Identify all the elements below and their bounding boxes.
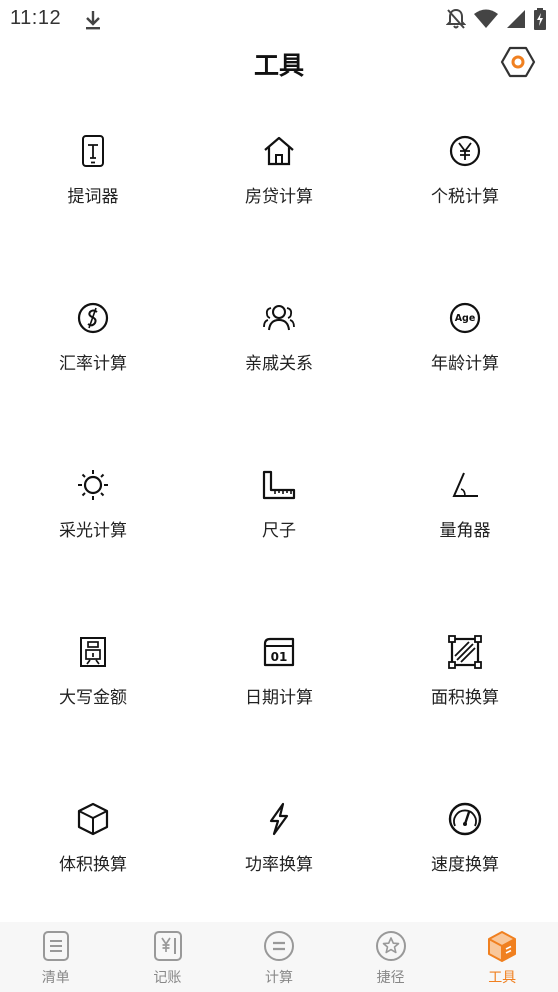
signal-icon (506, 9, 526, 33)
status-bar: 11:12 (0, 0, 558, 38)
tool-label: 提词器 (67, 187, 119, 207)
tab-list[interactable]: 清单 (0, 922, 112, 992)
star-circle-icon (375, 931, 406, 961)
bottom-tab-bar: 清单 记账 计算 捷径 工具 (0, 922, 558, 992)
tool-relatives[interactable]: 亲戚关系 (186, 257, 372, 387)
yen-circle-icon (449, 135, 481, 167)
wifi-icon (474, 9, 498, 33)
tool-power[interactable]: 功率换算 (186, 758, 372, 888)
teleprompter-icon (82, 135, 104, 167)
tool-volume[interactable]: 体积换算 (0, 758, 186, 888)
tool-label: 大写金额 (59, 688, 127, 708)
yuan-character-icon (80, 637, 106, 667)
tool-label: 亲戚关系 (245, 354, 313, 374)
svg-text:01: 01 (271, 650, 288, 664)
page-title: 工具 (253, 51, 304, 80)
ledger-yen-icon (153, 931, 182, 961)
tool-label: 功率换算 (245, 855, 313, 875)
house-icon (264, 136, 294, 166)
tab-shortcuts[interactable]: 捷径 (335, 922, 447, 992)
tool-label: 体积换算 (59, 855, 127, 875)
people-icon (263, 305, 295, 331)
sun-icon (78, 470, 108, 500)
speedometer-icon (448, 802, 482, 836)
cube-icon (77, 802, 109, 836)
download-icon (83, 9, 103, 35)
tool-ruler[interactable]: 尺子 (186, 424, 372, 554)
tab-tools[interactable]: 工具 (446, 922, 558, 992)
tool-protractor[interactable]: 量角器 (372, 424, 558, 554)
tool-label: 日期计算 (245, 688, 313, 708)
tool-label: 量角器 (439, 521, 491, 541)
tab-label: 计算 (264, 970, 293, 986)
tool-label: 房贷计算 (245, 187, 313, 207)
currency-exchange-icon (77, 302, 109, 334)
tool-speed[interactable]: 速度换算 (372, 758, 558, 888)
tool-daylight[interactable]: 采光计算 (0, 424, 186, 554)
tool-label: 汇率计算 (59, 354, 127, 374)
header: 工具 (0, 38, 558, 90)
tool-label: 采光计算 (59, 521, 127, 541)
protractor-angle-icon (452, 472, 478, 497)
tool-age[interactable]: Age 年龄计算 (372, 257, 558, 387)
tab-label: 捷径 (376, 970, 405, 986)
tool-label: 尺子 (262, 521, 296, 541)
svg-text:Age: Age (455, 313, 476, 324)
tools-grid: 提词器 房贷计算 个税计算 汇率计算 亲戚关系 Age 年龄计算 采光计算 尺子… (0, 90, 558, 920)
tool-label: 面积换算 (431, 688, 499, 708)
tool-label: 年龄计算 (431, 354, 499, 374)
tool-income-tax[interactable]: 个税计算 (372, 90, 558, 220)
area-icon (448, 635, 482, 669)
settings-button[interactable] (500, 44, 536, 80)
tab-label: 清单 (41, 970, 70, 986)
ruler-icon (262, 470, 296, 500)
equals-circle-icon (264, 931, 295, 961)
age-icon: Age (449, 302, 481, 334)
tool-label: 速度换算 (431, 855, 499, 875)
list-document-icon (43, 931, 69, 961)
tab-calculate[interactable]: 计算 (223, 922, 335, 992)
tool-teleprompter[interactable]: 提词器 (0, 90, 186, 220)
tool-area[interactable]: 面积换算 (372, 591, 558, 721)
tool-exchange-rate[interactable]: 汇率计算 (0, 257, 186, 387)
tool-label: 个税计算 (431, 187, 499, 207)
status-icons (445, 8, 546, 34)
tab-label: 工具 (488, 970, 517, 986)
battery-charging-icon (534, 8, 546, 34)
lightning-icon (269, 802, 289, 836)
tool-date[interactable]: 01 日期计算 (186, 591, 372, 721)
tab-bookkeeping[interactable]: 记账 (112, 922, 224, 992)
tool-mortgage[interactable]: 房贷计算 (186, 90, 372, 220)
hexagon-settings-icon (500, 46, 536, 78)
toolbox-cube-icon (488, 931, 517, 962)
tool-uppercase-amount[interactable]: 大写金额 (0, 591, 186, 721)
status-time: 11:12 (10, 7, 62, 29)
notifications-off-icon (445, 8, 467, 34)
tab-label: 记账 (153, 970, 182, 986)
calendar-icon: 01 (263, 637, 295, 667)
